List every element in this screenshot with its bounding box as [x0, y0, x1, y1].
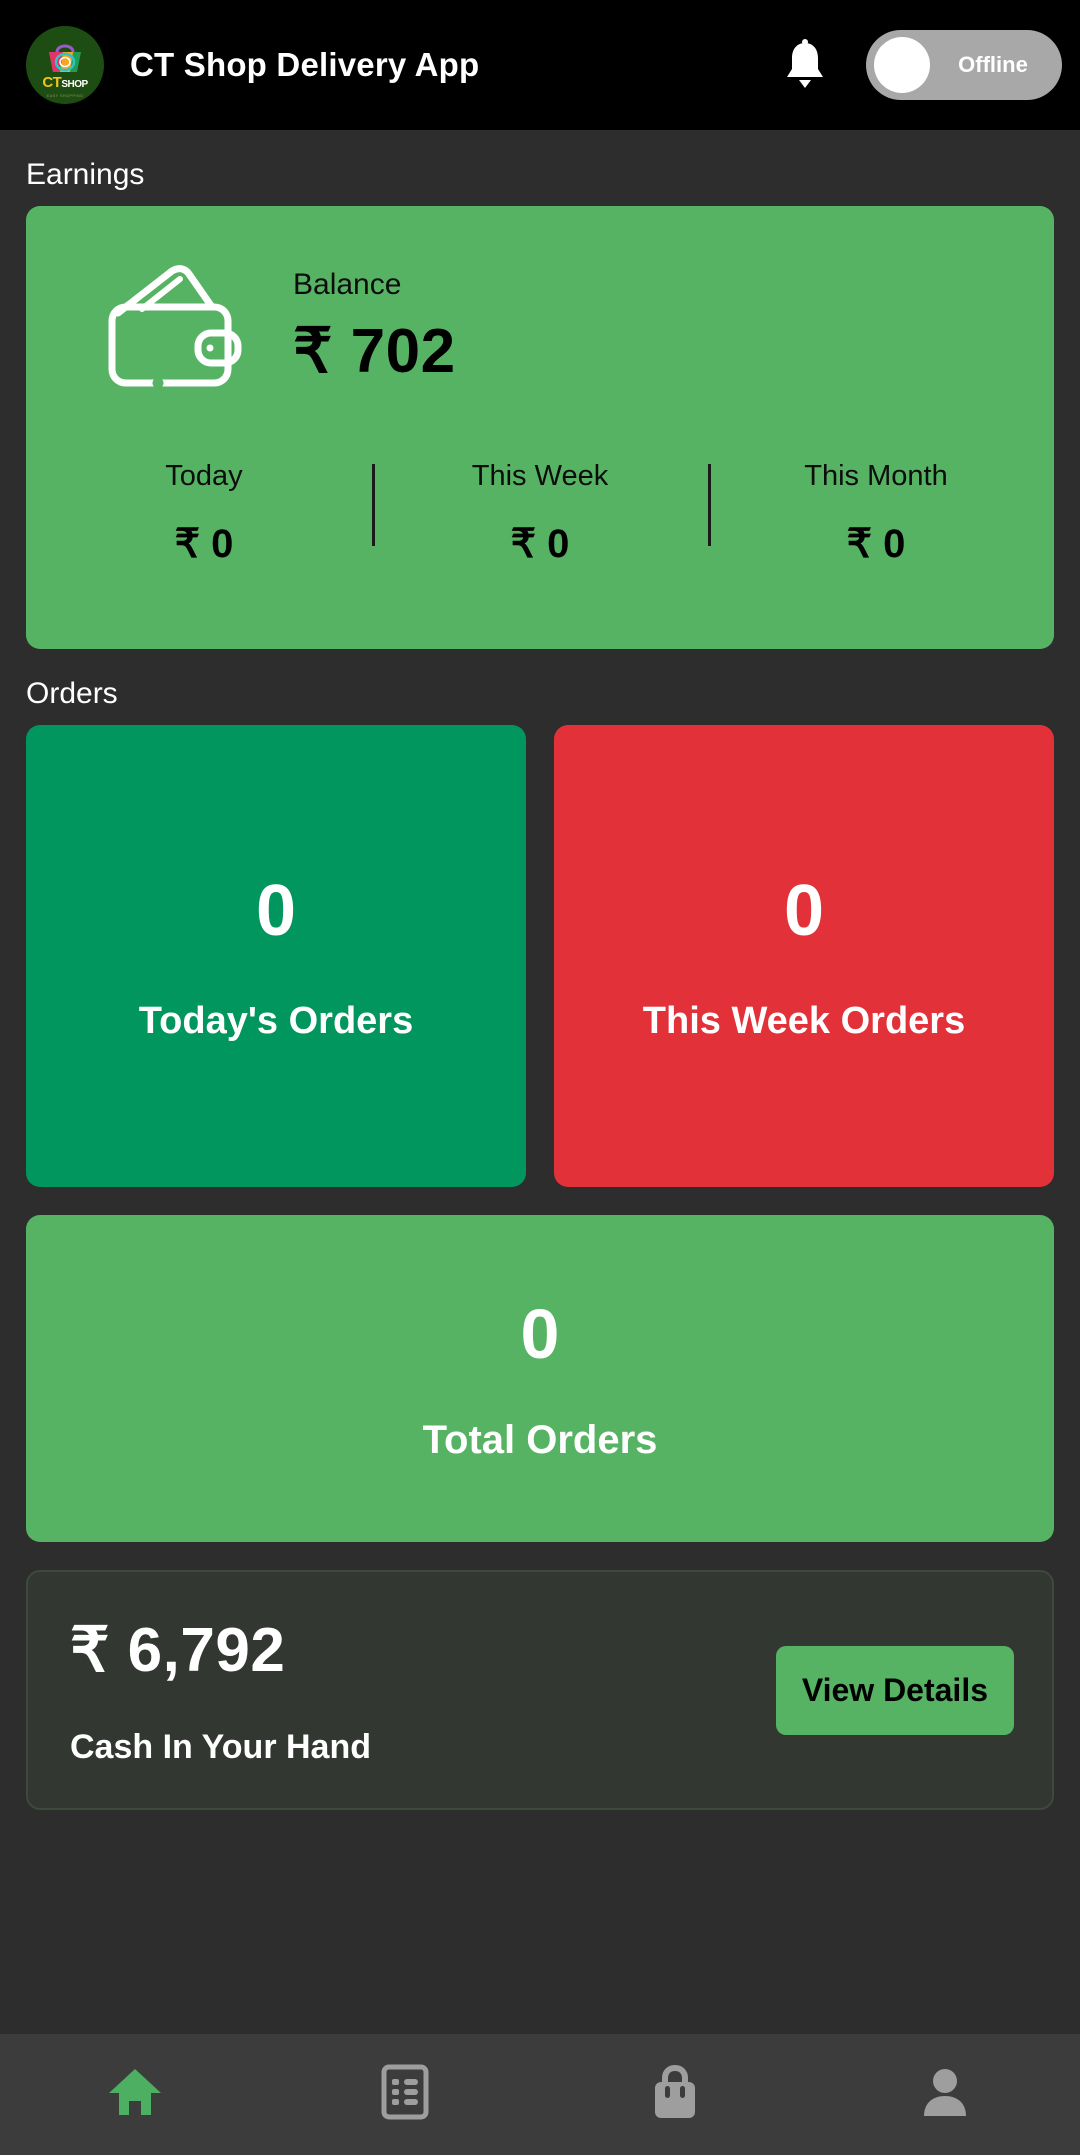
app-title: CT Shop Delivery App — [130, 46, 480, 83]
cash-info: ₹ 6,792 Cash In Your Hand — [70, 1613, 776, 1767]
app-screen: CTSHOP EASY SHOPPING CT Shop Delivery Ap… — [0, 0, 1080, 2155]
home-icon — [107, 2065, 163, 2124]
nav-item-orders-list[interactable] — [270, 2034, 540, 2155]
toggle-label: Offline — [958, 52, 1028, 77]
stat-label: This Week — [471, 460, 609, 492]
stat-label: This Month — [804, 460, 948, 492]
total-orders-count: 0 — [520, 1295, 560, 1373]
earnings-stat-this-month: This Month ₹ 0 — [708, 460, 1044, 567]
balance-value: ₹ 702 — [293, 316, 456, 386]
earnings-section-title: Earnings — [26, 158, 145, 191]
shopping-bag-icon — [650, 2064, 700, 2125]
orders-cards-row: 0 Today's Orders 0 This Week Orders — [26, 725, 1054, 1187]
total-orders-card[interactable]: 0 Total Orders — [26, 1215, 1054, 1542]
nav-item-shop[interactable] — [540, 2034, 810, 2155]
todays-orders-card[interactable]: 0 Today's Orders — [26, 725, 526, 1187]
todays-orders-label: Today's Orders — [138, 999, 414, 1042]
logo-text-shop: SHOP — [61, 79, 88, 90]
stat-label: Today — [165, 460, 243, 492]
todays-orders-count: 0 — [255, 870, 297, 951]
this-week-orders-card[interactable]: 0 This Week Orders — [554, 725, 1054, 1187]
stat-value: ₹ 0 — [174, 522, 234, 566]
app-logo: CTSHOP EASY SHOPPING — [26, 26, 104, 104]
balance-label: Balance — [293, 267, 402, 301]
total-orders-label: Total Orders — [422, 1418, 658, 1462]
app-bar: CTSHOP EASY SHOPPING CT Shop Delivery Ap… — [0, 0, 1080, 130]
cash-label: Cash In Your Hand — [70, 1728, 372, 1766]
wallet-icon — [86, 252, 251, 402]
dashboard-body: Earnings Balance ₹ 702 Today ₹ 0 This We… — [0, 130, 1080, 2033]
stat-value: ₹ 0 — [510, 522, 570, 566]
earnings-balance-row: Balance ₹ 702 — [26, 238, 1054, 402]
orders-section-title: Orders — [26, 677, 118, 710]
bottom-navigation-bar — [0, 2033, 1080, 2155]
cash-amount: ₹ 6,792 — [70, 1616, 286, 1685]
nav-item-home[interactable] — [0, 2034, 270, 2155]
earnings-card: Balance ₹ 702 Today ₹ 0 This Week ₹ 0 Th… — [26, 206, 1054, 649]
list-icon — [381, 2064, 429, 2125]
online-status-toggle[interactable]: Offline — [866, 30, 1062, 100]
logo-text: CTSHOP — [26, 75, 104, 90]
earnings-stat-this-week: This Week ₹ 0 — [372, 460, 708, 567]
logo-tagline: EASY SHOPPING — [46, 93, 84, 98]
view-details-button[interactable]: View Details — [775, 1645, 1014, 1735]
this-week-orders-label: This Week Orders — [642, 999, 966, 1042]
logo-bag-icon — [26, 35, 104, 79]
nav-item-profile[interactable] — [810, 2034, 1080, 2155]
balance-info: Balance ₹ 702 — [293, 268, 456, 387]
cash-in-hand-card: ₹ 6,792 Cash In Your Hand View Details — [26, 1570, 1054, 1810]
this-week-orders-count: 0 — [783, 870, 825, 951]
person-icon — [920, 2064, 970, 2125]
earnings-stats-row: Today ₹ 0 This Week ₹ 0 This Month ₹ 0 — [26, 460, 1054, 567]
stat-value: ₹ 0 — [846, 522, 906, 566]
bell-icon[interactable] — [776, 36, 834, 94]
earnings-stat-today: Today ₹ 0 — [36, 460, 372, 567]
toggle-knob — [874, 37, 930, 93]
logo-text-ct: CT — [42, 74, 62, 91]
